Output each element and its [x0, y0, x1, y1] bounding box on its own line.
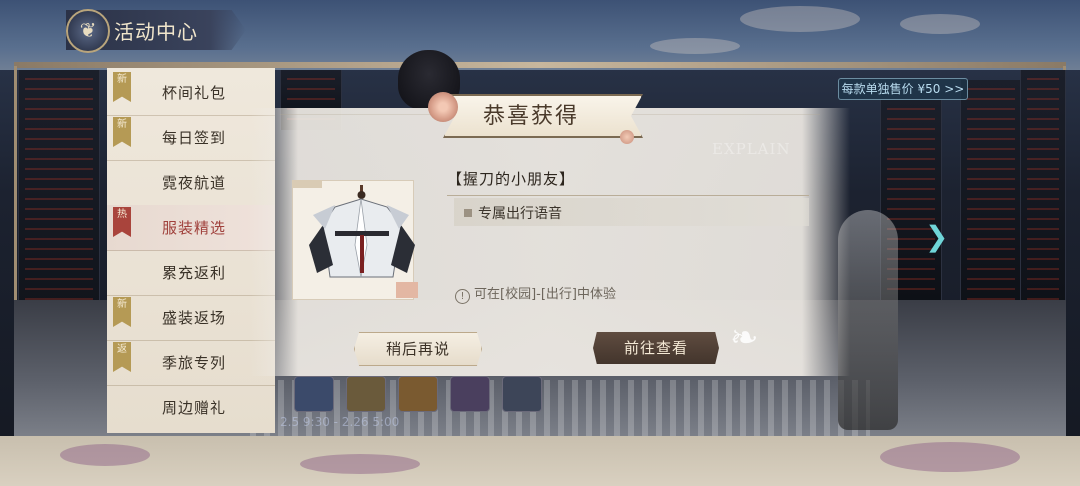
- server-rack: [960, 80, 1022, 320]
- rose-icon: [428, 92, 458, 122]
- blossom-decoration: [880, 442, 1020, 472]
- usage-tip: ! 可在[校园]-[出行]中体验: [455, 283, 616, 304]
- menu-item-label: 每日签到: [162, 129, 227, 147]
- chevron-right-icon[interactable]: ❯: [925, 220, 948, 253]
- blossom-decoration: [60, 444, 150, 466]
- chibi-avatar: [450, 376, 490, 412]
- chibi-avatar: [294, 376, 334, 412]
- menu-item-label: 杯间礼包: [162, 84, 227, 102]
- blossom-decoration: [300, 454, 420, 474]
- chibi-avatar: [398, 376, 438, 412]
- cloud: [740, 6, 860, 32]
- modal-title: 恭喜获得: [483, 104, 580, 129]
- page-title: 活动中心: [114, 20, 198, 44]
- menu-item-label: 累充返利: [162, 264, 227, 282]
- menu-item-label: 周边赠礼: [162, 399, 227, 417]
- reward-detail-row: 专属出行语音: [454, 198, 809, 226]
- menu-item-label: 霓夜航道: [162, 174, 227, 192]
- outfit-icon: [309, 185, 415, 278]
- divider: [447, 195, 809, 196]
- explain-watermark: EXPLAIN: [712, 140, 791, 158]
- hot-tag: 热: [113, 207, 131, 237]
- event-date-range: 2.5 9:30 - 2.26 5:00: [280, 415, 400, 429]
- usage-tip-text: 可在[校园]-[出行]中体验: [474, 287, 616, 302]
- menu-item-label: 盛装返场: [162, 309, 227, 327]
- return-tag: 返: [113, 342, 131, 372]
- menu-item-merch-gift[interactable]: 周边赠礼: [107, 385, 275, 430]
- server-rack: [1020, 70, 1066, 330]
- menu-item-label: 服装精选: [162, 219, 227, 237]
- bullet-icon: [464, 209, 472, 217]
- butterfly-icon: ❧: [730, 318, 759, 358]
- price-tag[interactable]: 每款单独售价 ¥50 >>: [838, 78, 968, 100]
- go-view-button[interactable]: 前往查看: [593, 332, 719, 364]
- exclamation-icon: !: [455, 289, 470, 304]
- new-tag: 新: [113, 72, 131, 102]
- chibi-avatar: [346, 376, 386, 412]
- new-tag: 新: [113, 297, 131, 327]
- bottom-band: [0, 436, 1080, 486]
- chibi-avatar: [502, 376, 542, 412]
- later-button[interactable]: 稍后再说: [354, 332, 482, 366]
- reward-name: 【握刀的小朋友】: [447, 170, 576, 188]
- new-tag: 新: [113, 117, 131, 147]
- reward-detail: 专属出行语音: [478, 206, 562, 222]
- petal-icon: [620, 130, 634, 144]
- cloud: [900, 14, 980, 34]
- cloud: [650, 38, 740, 54]
- menu-item-label: 季旅专列: [162, 354, 227, 372]
- chibi-avatar-row: [294, 376, 554, 412]
- butterfly-emblem-icon: ❦: [66, 9, 110, 53]
